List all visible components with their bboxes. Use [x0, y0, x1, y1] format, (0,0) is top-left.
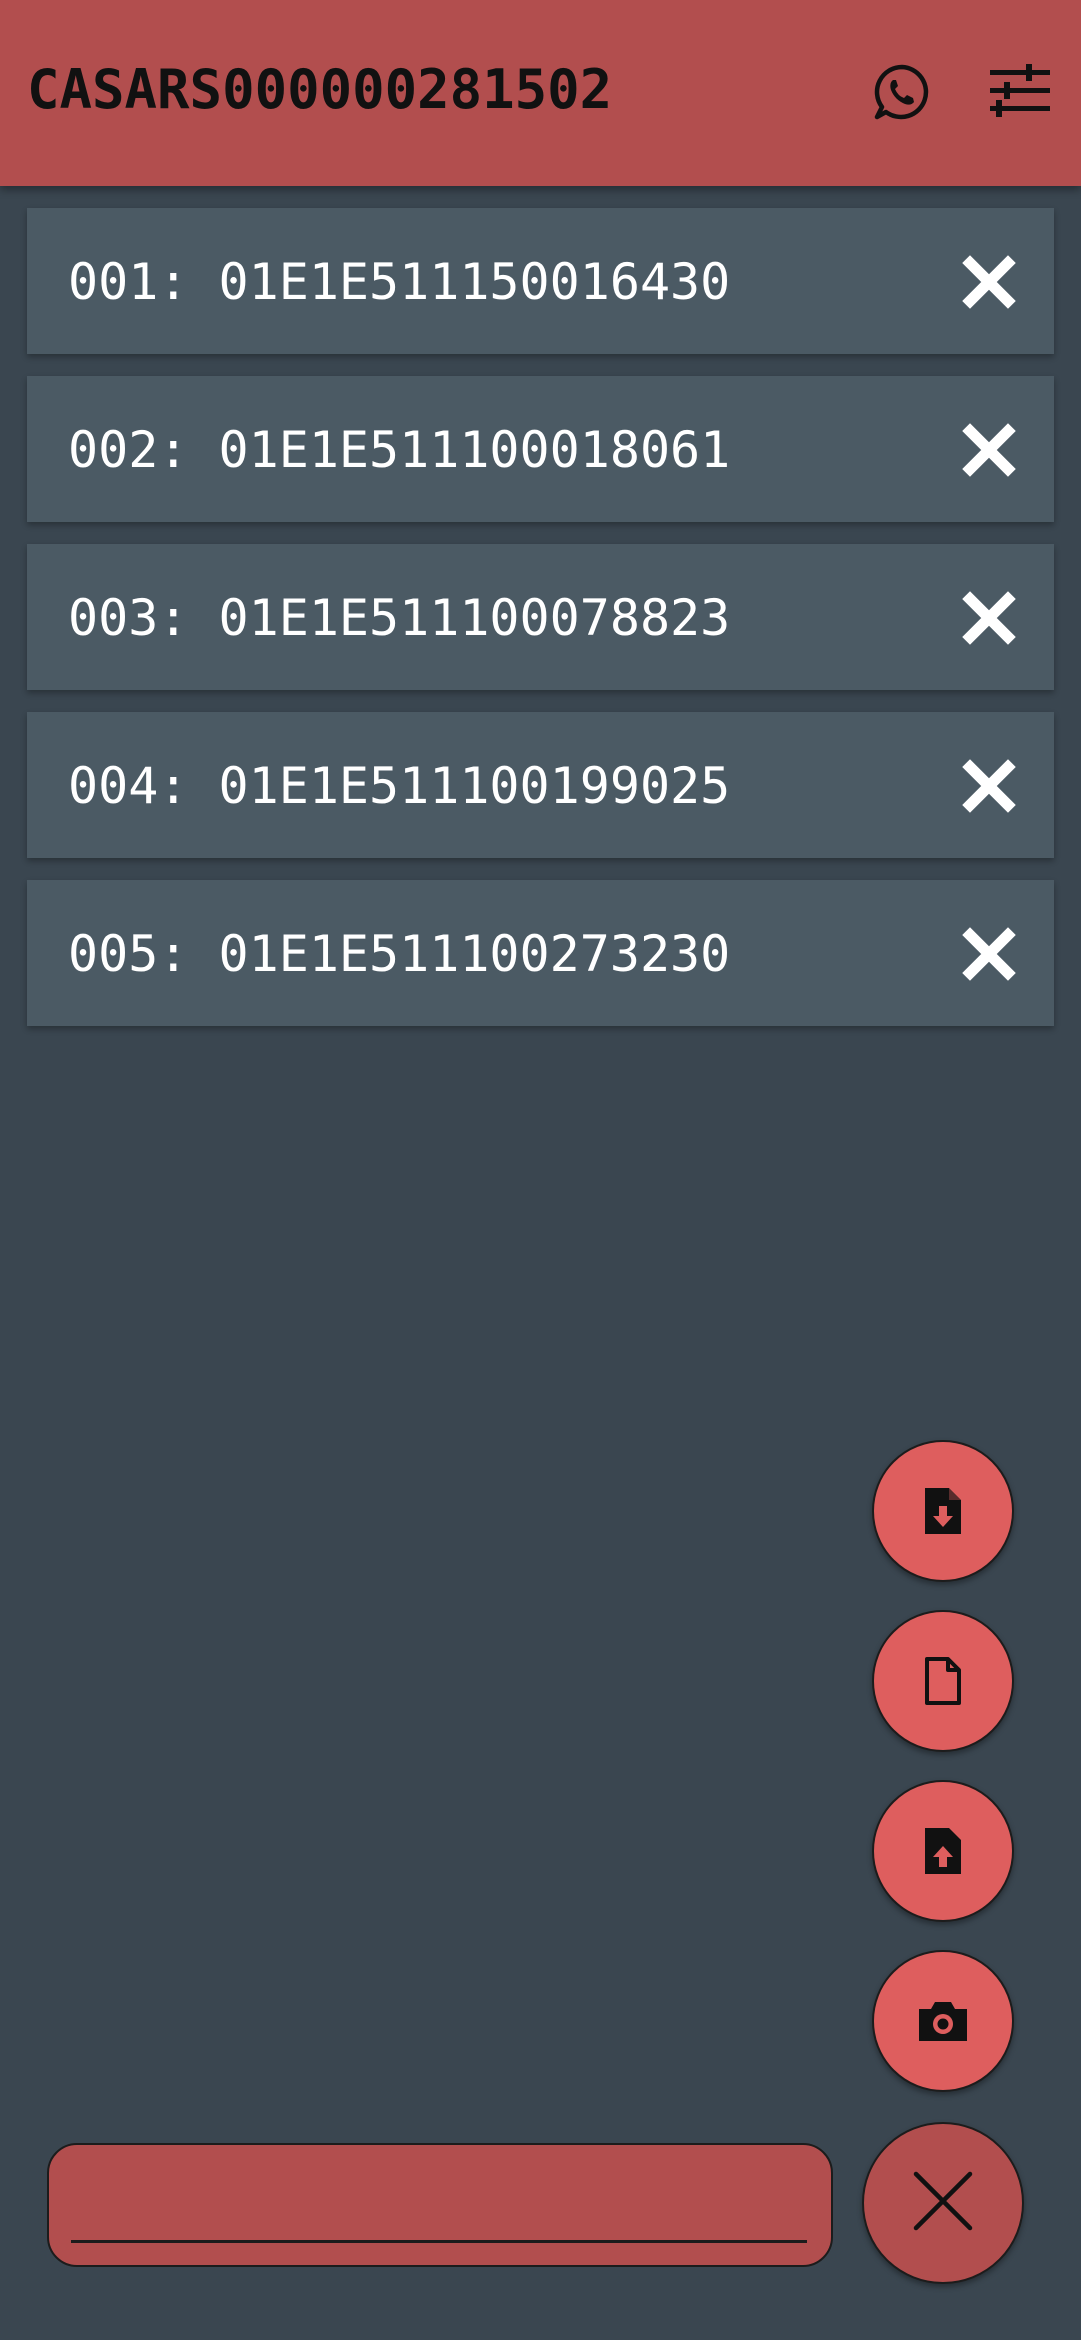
- text-input-container: [47, 2143, 833, 2267]
- close-icon[interactable]: [962, 759, 1016, 813]
- new-file-button[interactable]: [872, 1610, 1014, 1752]
- item-list: 001: 01E1E511150016430 002: 01E1E5111000…: [27, 208, 1054, 1048]
- item-label: 003: 01E1E511100078823: [68, 589, 731, 647]
- list-item[interactable]: 005: 01E1E511100273230: [27, 880, 1054, 1026]
- whatsapp-icon[interactable]: [872, 62, 932, 122]
- camera-button[interactable]: [872, 1950, 1014, 2092]
- list-item[interactable]: 002: 01E1E511100018061: [27, 376, 1054, 522]
- close-icon[interactable]: [962, 423, 1016, 477]
- close-icon[interactable]: [962, 927, 1016, 981]
- text-input[interactable]: [71, 2155, 807, 2243]
- list-item[interactable]: 001: 01E1E511150016430: [27, 208, 1054, 354]
- list-item[interactable]: 004: 01E1E511100199025: [27, 712, 1054, 858]
- camera-icon: [917, 1999, 969, 2043]
- download-file-button[interactable]: [872, 1440, 1014, 1582]
- item-label: 001: 01E1E511150016430: [68, 253, 731, 311]
- close-menu-button[interactable]: [862, 2122, 1024, 2284]
- tune-sliders-icon[interactable]: [988, 62, 1052, 120]
- close-icon: [913, 2171, 973, 2235]
- page-title: CASARS000000281502: [27, 58, 613, 121]
- file-upload-icon: [923, 1826, 963, 1876]
- close-icon[interactable]: [962, 255, 1016, 309]
- app-header: CASARS000000281502: [0, 0, 1081, 186]
- item-label: 002: 01E1E511100018061: [68, 421, 731, 479]
- close-icon[interactable]: [962, 591, 1016, 645]
- file-icon: [923, 1656, 963, 1706]
- list-item[interactable]: 003: 01E1E511100078823: [27, 544, 1054, 690]
- item-label: 004: 01E1E511100199025: [68, 757, 731, 815]
- file-download-icon: [923, 1486, 963, 1536]
- upload-file-button[interactable]: [872, 1780, 1014, 1922]
- item-label: 005: 01E1E511100273230: [68, 925, 731, 983]
